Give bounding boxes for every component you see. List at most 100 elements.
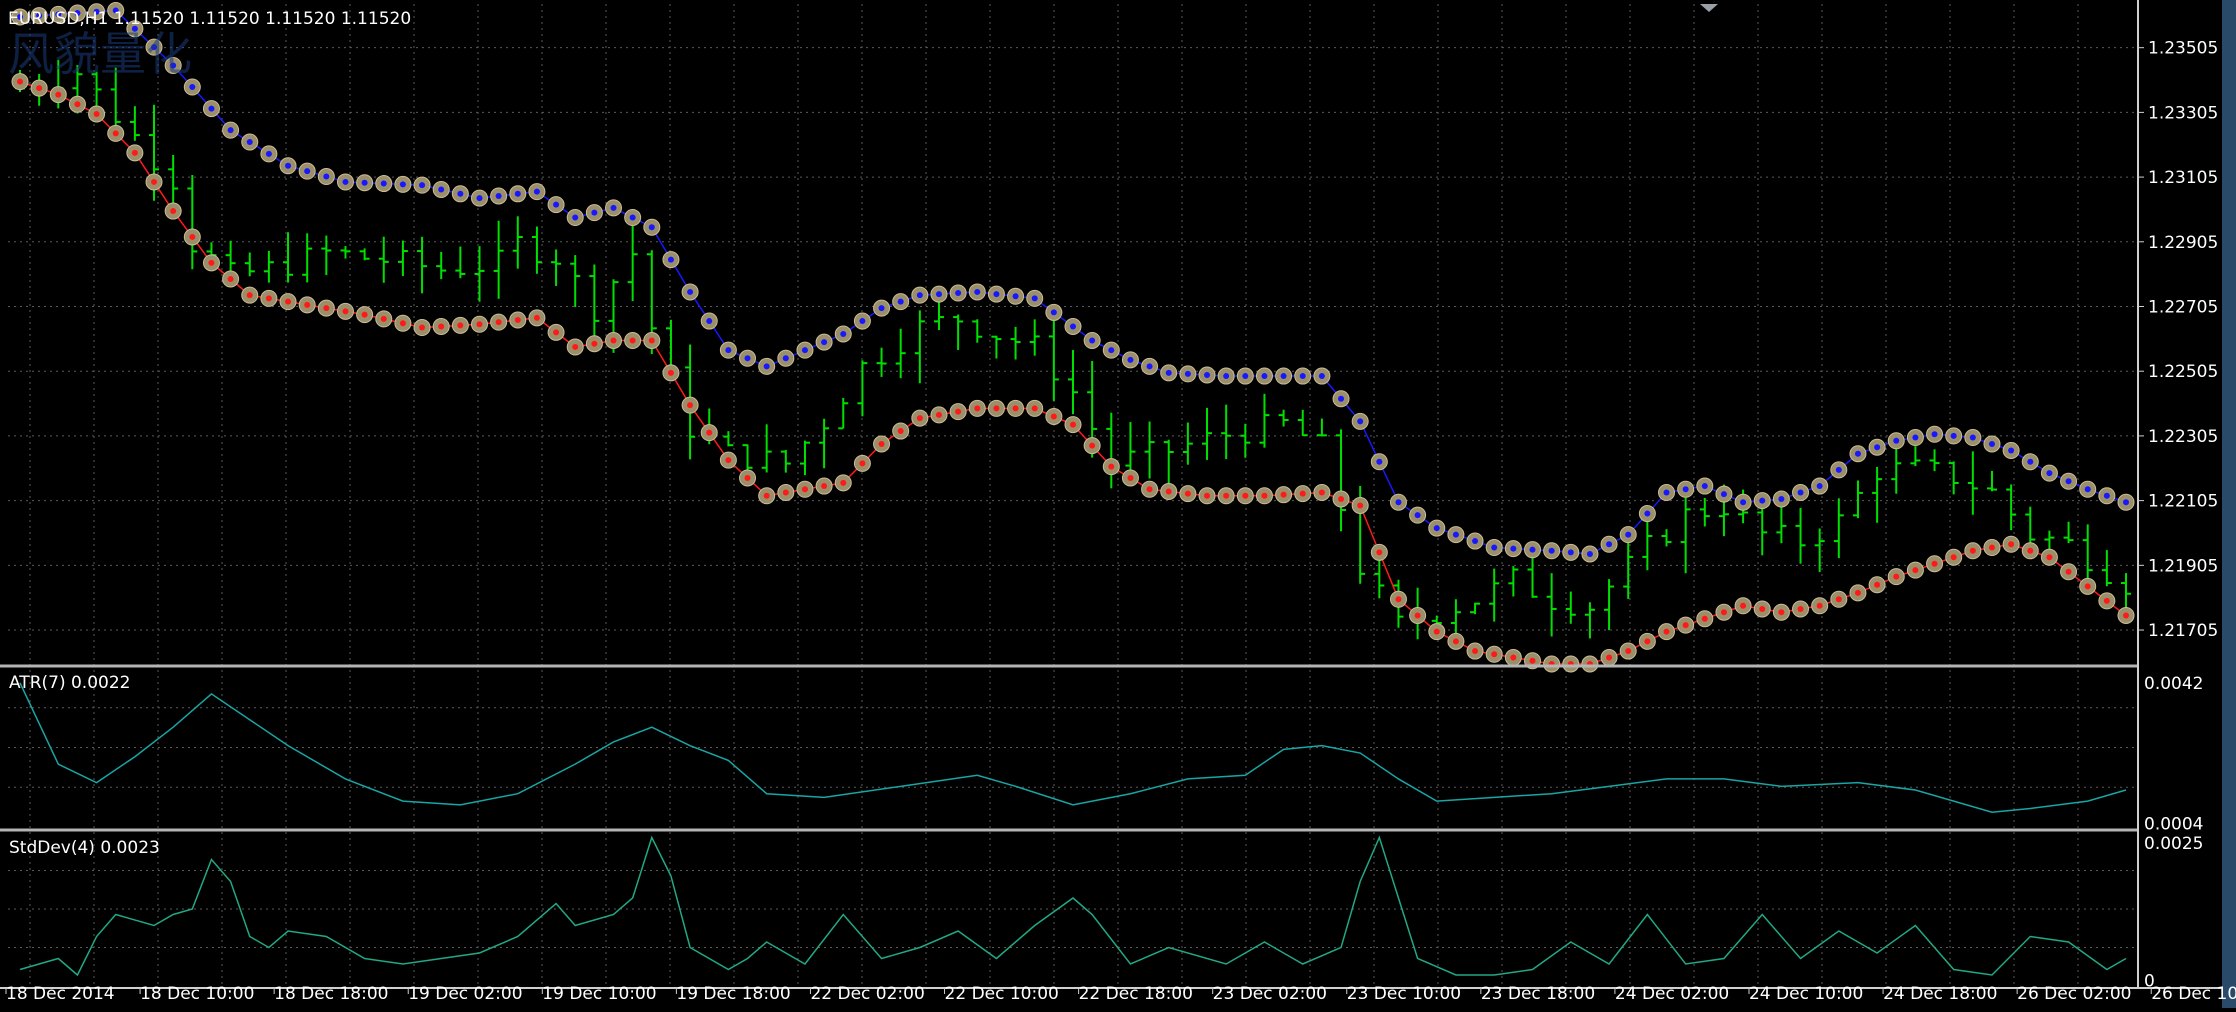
- marker-dot: [629, 214, 636, 221]
- marker-dot: [1376, 549, 1383, 556]
- lower-band-marker: [1198, 487, 1216, 505]
- marker-dot: [533, 314, 540, 321]
- marker-dot: [1261, 373, 1268, 380]
- upper-band-marker: [2002, 441, 2020, 459]
- x-tick-label: 22 Dec 18:00: [1079, 984, 1193, 1004]
- marker-dot: [935, 291, 942, 298]
- lower-band-marker: [681, 396, 699, 414]
- marker-dot: [419, 324, 426, 331]
- lower-band-marker: [1007, 399, 1025, 417]
- lower-band-marker: [566, 338, 584, 356]
- marker-dot: [1452, 531, 1459, 538]
- marker-dot: [610, 204, 617, 211]
- lower-band-marker: [1409, 606, 1427, 624]
- marker-dot: [763, 492, 770, 499]
- side-strip: [2222, 0, 2236, 1008]
- marker-dot: [1510, 545, 1517, 552]
- upper-band-marker: [1772, 490, 1790, 508]
- x-tick-label: 19 Dec 02:00: [408, 984, 522, 1004]
- lower-band-marker: [1734, 597, 1752, 615]
- marker-dot: [821, 339, 828, 346]
- marker-dot: [591, 340, 598, 347]
- lower-band-marker: [1332, 490, 1350, 508]
- y-tick-label: 1.22305: [2148, 427, 2218, 447]
- upper-band-marker: [279, 157, 297, 175]
- lower-band-marker: [1830, 590, 1848, 608]
- marker-dot: [1931, 431, 1938, 438]
- marker-dot: [2027, 458, 2034, 465]
- lower-band-marker: [1868, 576, 1886, 594]
- marker-dot: [667, 369, 674, 376]
- x-tick-label: 23 Dec 18:00: [1481, 984, 1595, 1004]
- upper-band-marker: [1734, 493, 1752, 511]
- marker-dot: [801, 486, 808, 493]
- lower-band-marker: [1064, 416, 1082, 434]
- upper-band-marker: [1504, 540, 1522, 558]
- marker-dot: [782, 355, 789, 362]
- marker-dot: [304, 301, 311, 308]
- upper-band-marker: [968, 283, 986, 301]
- marker-dot: [1682, 486, 1689, 493]
- y-tick-label: 1.23305: [2148, 103, 2218, 123]
- marker-dot: [1759, 606, 1766, 612]
- upper-band-marker: [1581, 545, 1599, 563]
- lower-band-marker: [873, 435, 891, 453]
- marker-dot: [1797, 489, 1804, 496]
- marker-dot: [1012, 293, 1019, 300]
- upper-band-marker: [834, 325, 852, 343]
- lower-band-marker: [547, 323, 565, 341]
- marker-dot: [1988, 441, 1995, 447]
- x-tick-label: 23 Dec 02:00: [1213, 984, 1327, 1004]
- marker-dot: [285, 162, 292, 169]
- lower-band-marker: [1638, 632, 1656, 650]
- chart-canvas[interactable]: 1.23505 1.23305 1.23105 1.22905 1.22705 1.225…: [0, 0, 2236, 1008]
- upper-band-marker: [1026, 289, 1044, 307]
- marker-dot: [399, 181, 406, 188]
- marker-dot: [916, 292, 923, 299]
- y-tick-label: 1.22105: [2148, 492, 2218, 512]
- lower-band-marker: [1160, 482, 1178, 500]
- stddev-y-tick-label: 0.0025: [2144, 834, 2203, 854]
- marker-dot: [1338, 496, 1345, 502]
- upper-band-marker: [2098, 487, 2116, 505]
- lower-band-marker: [930, 406, 948, 424]
- x-tick-label: 19 Dec 18:00: [676, 984, 790, 1004]
- upper-band-marker: [1045, 303, 1063, 321]
- marker-dot: [897, 298, 904, 305]
- lower-band-marker: [2021, 542, 2039, 560]
- x-tick-label: 18 Dec 2014: [6, 984, 115, 1004]
- marker-dot: [1874, 581, 1881, 588]
- lower-band-marker: [1045, 408, 1063, 425]
- marker-dot: [1242, 373, 1249, 380]
- marker-dot: [1491, 651, 1498, 658]
- marker-dot: [1318, 489, 1325, 496]
- marker-dot: [476, 321, 483, 328]
- upper-band-marker: [1926, 425, 1944, 443]
- marker-dot: [1357, 502, 1364, 509]
- marker-dot: [323, 173, 330, 180]
- marker-dot: [1740, 499, 1747, 506]
- lower-band-marker: [624, 331, 642, 349]
- upper-band-marker: [2117, 493, 2135, 511]
- mt4-chart-window[interactable]: 1.23505 1.23305 1.23105 1.22905 1.22705 1.225…: [0, 0, 2236, 1008]
- marker-dot: [2123, 499, 2129, 506]
- marker-dot: [1089, 337, 1096, 344]
- lower-band-marker: [1102, 458, 1120, 476]
- marker-dot: [1663, 628, 1670, 635]
- upper-band-marker: [336, 173, 354, 191]
- upper-band-marker: [509, 185, 527, 203]
- upper-band-marker: [1677, 480, 1695, 498]
- upper-band-marker: [777, 349, 795, 367]
- upper-band-marker: [2079, 480, 2097, 498]
- lower-band-marker: [528, 309, 546, 327]
- lower-band-marker: [758, 487, 776, 505]
- upper-band-marker: [1753, 492, 1771, 510]
- lower-band-marker: [1236, 487, 1254, 505]
- upper-band-marker: [796, 341, 814, 359]
- upper-band-marker: [1849, 445, 1867, 463]
- marker-dot: [246, 139, 253, 146]
- upper-band-marker: [1102, 341, 1120, 359]
- marker-dot: [821, 483, 828, 490]
- marker-dot: [1950, 432, 1957, 439]
- marker-dot: [514, 190, 521, 197]
